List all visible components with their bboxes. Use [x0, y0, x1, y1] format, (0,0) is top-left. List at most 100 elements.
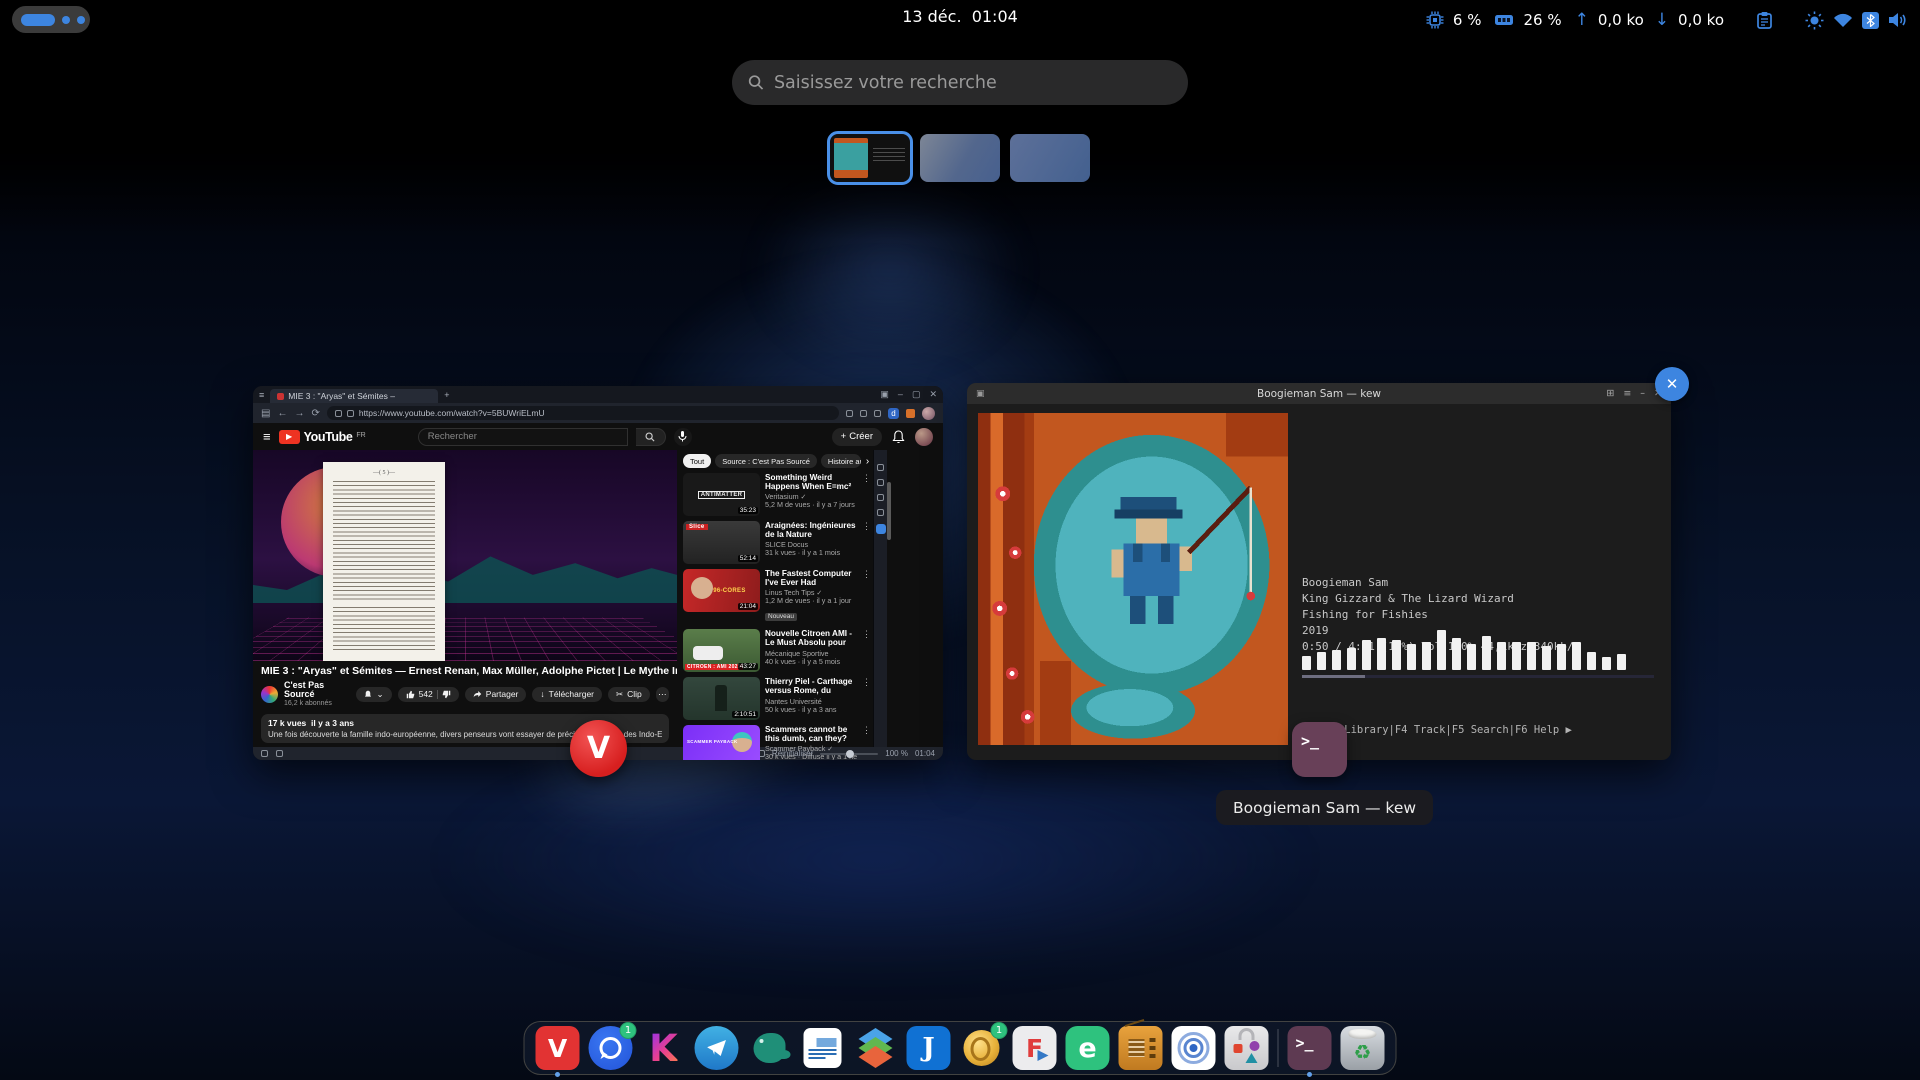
- youtube-search-placeholder: Rechercher: [428, 431, 477, 442]
- video-player: —( 5 )—: [253, 450, 677, 661]
- youtube-menu-icon: ≡: [263, 429, 271, 444]
- joplin-icon: J: [922, 1033, 934, 1063]
- zoom-reset-label: Réinitialiser: [772, 749, 813, 758]
- track-artist: King Gizzard & The Lizard Wizard: [1302, 592, 1514, 605]
- terminal-title-bar: ▣ Boogieman Sam — kew ⊞ ≡ – ✕: [967, 383, 1671, 404]
- dock-item-trash[interactable]: ♻: [1341, 1026, 1385, 1070]
- radio-knobs: [1150, 1038, 1156, 1058]
- related-video-meta: 5,2 M de vues · il y a 7 jours: [765, 501, 857, 509]
- visualizer: [1302, 628, 1654, 670]
- scanned-book-page: —( 5 )—: [323, 462, 445, 661]
- window-close-button[interactable]: ✕: [1655, 367, 1689, 401]
- terminal-icon: >_: [1295, 1034, 1313, 1052]
- flathub-icon: F: [1026, 1034, 1043, 1063]
- dock-item-signal[interactable]: 1: [589, 1026, 633, 1070]
- url-text: https://www.youtube.com/watch?v=5BUWriEL…: [359, 408, 545, 418]
- store-shape-circle: [1250, 1041, 1260, 1051]
- search-input[interactable]: [774, 73, 1172, 93]
- channel-name: C'est Pas Sourcé: [284, 681, 348, 701]
- dock-item-libreoffice[interactable]: [804, 1028, 842, 1068]
- dock-item-k-app[interactable]: K: [642, 1026, 686, 1070]
- search-icon: [645, 432, 655, 442]
- e-app-icon: e: [1078, 1033, 1096, 1064]
- system-tray[interactable]: 6 % 26 % ↑ 0,0 ko ↓ 0,0 ko: [1426, 0, 1908, 40]
- thumbnail-text: CITROEN : AMI 2025: [685, 664, 743, 670]
- page-text-block: [333, 481, 435, 601]
- notifications-bell-icon: [892, 430, 905, 444]
- vivaldi-app-badge: V: [570, 720, 627, 777]
- radio-icon: [1126, 1036, 1148, 1060]
- dock-item-joplin[interactable]: J: [907, 1026, 951, 1070]
- panel-web-badge: [876, 524, 886, 534]
- workspace-thumbnails: [0, 134, 1920, 182]
- play-icon: ▶: [286, 432, 292, 441]
- net-upload: 0,0 ko: [1598, 11, 1644, 29]
- reading-list-icon: [860, 410, 867, 417]
- active-workspace-pill: [21, 14, 55, 26]
- kebab-menu-icon: ⋮: [862, 473, 871, 516]
- clip-label: Clip: [627, 689, 642, 699]
- thumbnail-speaker: [715, 685, 727, 711]
- browser-window-preview[interactable]: ≡ MIE 3 : "Aryas" et Sémites – + ▣ – ▢ ✕…: [253, 386, 943, 760]
- vivaldi-logo-letter: V: [587, 731, 610, 766]
- download-label: Télécharger: [549, 689, 594, 699]
- notifications-toggle-button: ⌄: [356, 687, 391, 702]
- dock: V 1 K J 1 F e: [524, 1021, 1397, 1075]
- page-text-block: [333, 607, 435, 653]
- youtube-search-box: Rechercher: [418, 428, 628, 446]
- dock-item-localsend[interactable]: [1172, 1026, 1216, 1070]
- thumbnail-text: ANTIMATTER: [698, 491, 746, 499]
- window-close-icon: ✕: [929, 389, 937, 400]
- terminal-window-preview[interactable]: ▣ Boogieman Sam — kew ⊞ ≡ – ✕: [967, 383, 1671, 760]
- dock-item-flathub[interactable]: F: [1013, 1026, 1057, 1070]
- create-button: + Créer: [832, 428, 882, 446]
- bluetooth-icon: [1862, 12, 1879, 29]
- workspace-thumbnail-1[interactable]: [830, 134, 910, 182]
- overview-search[interactable]: [732, 60, 1188, 105]
- sidebar-scrollbar: [887, 482, 891, 540]
- video-thumbnail: SCAMMER PAYBACK: [683, 725, 760, 760]
- dock-item-vivaldi[interactable]: V: [536, 1026, 580, 1070]
- libreoffice-icon: [817, 1038, 837, 1047]
- youtube-header: ≡ ▶ YouTube FR Rechercher + Créer: [253, 423, 943, 450]
- youtube-region: FR: [356, 432, 365, 439]
- vivaldi-menu-icon: ≡: [259, 390, 264, 400]
- memory-icon: [1494, 13, 1514, 27]
- vivaldi-address-bar: ▤ ← → ⟳ https://www.youtube.com/watch?v=…: [253, 403, 943, 423]
- channel-avatar: [261, 686, 278, 703]
- video-title: MIE 3 : "Aryas" et Sémites — Ernest Rena…: [253, 661, 677, 678]
- workspace-thumbnail-3[interactable]: [1010, 134, 1090, 182]
- video-thumbnail: 2:10:51: [683, 677, 760, 720]
- like-count: 542: [419, 689, 433, 699]
- video-thumbnail: Slice 52:14: [683, 521, 760, 564]
- chips-chevron-right-icon: ›: [866, 456, 869, 467]
- workspace-indicator[interactable]: [12, 6, 90, 33]
- workspace-thumbnail-2[interactable]: [920, 134, 1000, 182]
- video-thumbnail: PRO 96-CORES 21:04: [683, 569, 760, 612]
- upload-arrow-icon: ↑: [1575, 10, 1589, 30]
- dock-item-terminal[interactable]: >_: [1288, 1026, 1332, 1070]
- dock-item-software-store[interactable]: [1225, 1026, 1269, 1070]
- dock-item-e-app[interactable]: e: [1066, 1026, 1110, 1070]
- track-album: Fishing for Fishies: [1302, 608, 1428, 621]
- browser-tab: MIE 3 : "Aryas" et Sémites –: [270, 389, 438, 403]
- dock-item-layers-app[interactable]: [854, 1026, 898, 1070]
- dock-item-telegram[interactable]: [695, 1026, 739, 1070]
- dock-item-shortwave[interactable]: [1119, 1026, 1163, 1070]
- filter-chip-source: Source : C'est Pas Sourcé: [715, 454, 817, 468]
- dock-item-dino[interactable]: [748, 1026, 792, 1070]
- download-button: ↓ Télécharger: [532, 687, 602, 702]
- tab-title: MIE 3 : "Aryas" et Sémites –: [288, 391, 395, 401]
- video-duration: 2:10:51: [732, 711, 758, 718]
- notification-badge: 1: [620, 1022, 637, 1039]
- trash-recycle-icon: ♻: [1354, 1040, 1372, 1064]
- related-video-meta: 40 k vues · il y a 5 mois: [765, 658, 857, 666]
- clock[interactable]: 13 déc. 01:04: [902, 7, 1018, 26]
- related-videos-sidebar: Tout Source : C'est Pas Sourcé Histoire …: [677, 450, 873, 747]
- youtube-wordmark: YouTube: [304, 430, 353, 444]
- related-video-title: Thierry Piel - Carthage versus Rome, du …: [765, 677, 857, 697]
- dock-item-tuba[interactable]: 1: [960, 1026, 1004, 1070]
- share-button: Partager: [465, 687, 527, 702]
- vivaldi-tab-bar: ≡ MIE 3 : "Aryas" et Sémites – + ▣ – ▢ ✕: [253, 386, 943, 403]
- related-video-channel: Mécanique Sportive: [765, 650, 857, 658]
